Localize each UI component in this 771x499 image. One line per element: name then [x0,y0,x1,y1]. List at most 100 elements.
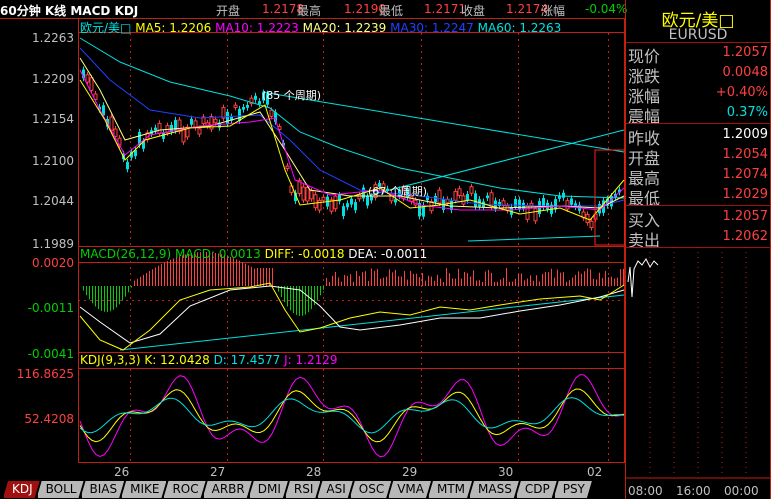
quote-row: 最高 1.2074 [628,164,769,188]
candle [461,195,466,205]
quote-value: 1.2062 [722,229,769,244]
candle [233,104,238,108]
x-tick: 26 [114,465,130,479]
candle [342,206,345,217]
trend-line [467,235,601,242]
tab-bias[interactable]: BIAS [81,481,125,498]
x-tick: 30 [498,465,514,479]
y-tick: 1.2154 [32,112,74,126]
x-tick: 02 [587,465,603,479]
candle [570,198,573,205]
j-value: J: 1.2129 [284,353,338,367]
tick-chart[interactable] [626,247,771,479]
tab-arbr[interactable]: ARBR [203,481,252,498]
candle [466,194,469,201]
candle [181,128,186,143]
tab-kdj[interactable]: KDJ [3,481,40,498]
tab-mtm[interactable]: MTM [428,481,472,498]
tab-asi[interactable]: ASI [317,481,352,498]
candle [309,190,314,200]
k-value: K: 12.0428 [144,353,210,367]
tick-price-line [627,258,659,298]
diff-value: DIFF: -0.0018 [264,247,345,261]
x-tick: 29 [402,465,418,479]
tab-vma[interactable]: VMA [388,481,431,498]
time-tick: 16:00 [676,484,711,498]
quote-code: EURUSD [668,27,728,43]
y-tick: 1.2209 [32,72,74,86]
candle [269,109,274,117]
candle [562,192,565,198]
period-annotation: (85 个周期) [262,89,322,102]
candle [333,195,338,210]
candle [453,191,458,201]
tab-psy[interactable]: PSY [554,481,592,498]
candle [197,128,202,135]
tab-mike[interactable]: MIKE [121,481,166,498]
quote-row: 买入 1.2057 [628,206,769,230]
y-tick: 1.2044 [32,194,74,208]
candle [533,208,538,222]
time-tick: 08:00 [628,484,663,498]
quote-value: 0.37% [726,105,768,120]
candle [486,195,489,199]
quote-row: 昨收 1.2009 [628,124,769,148]
quote-value: 1.2009 [722,127,769,142]
candle [469,186,474,194]
candle [589,220,594,229]
candle [258,101,261,105]
candle [437,189,442,204]
candle [565,200,570,210]
ma30-line [79,47,625,207]
candle [126,161,129,170]
quote-value: 0.0048 [722,65,769,80]
dea-value: DEA: -0.0011 [348,247,428,261]
candle [394,199,397,203]
quote-panel: 欧元/美□ EURUSD 现价 1.2057 涨跌 0.0048 涨幅 +0.40% 震幅 0… [625,0,771,499]
tab-boll[interactable]: BOLL [37,481,84,498]
candle [357,194,362,200]
kdj-y-tick: 52.4208 [24,412,74,426]
quote-row: 卖出 1.2062 [628,226,769,250]
macd-y-tick: 0.0020 [32,256,74,270]
ma5-label: MA5: 1.2206 [135,21,212,35]
quote-value: 1.2057 [722,209,769,224]
ma60-label: MA60: 1.2263 [477,21,562,35]
quote-row: 震幅 0.37% [628,102,768,126]
x-tick: 27 [210,465,226,479]
tab-roc[interactable]: ROC [163,481,205,498]
candle [498,202,501,206]
tab-dmi[interactable]: DMI [249,481,288,498]
tab-cdp[interactable]: CDP [516,481,557,498]
d-value: D: 17.4577 [213,353,281,367]
quote-value: +0.40% [715,85,768,100]
macd-title: MACD(26,12,9) [80,247,172,261]
period-annotation: (67 个周期) [368,185,428,198]
quote-value: 1.2054 [722,147,769,162]
y-tick: 1.2100 [32,154,74,168]
tab-rsi[interactable]: RSI [285,481,321,498]
candle [285,165,290,169]
tab-mass[interactable]: MASS [469,481,519,498]
candle [213,118,218,124]
ma30-label: MA30: 1.2247 [390,21,474,35]
candle [346,203,349,208]
macd-y-tick: -0.0011 [27,301,74,315]
tab-osc[interactable]: OSC [350,481,391,498]
macd-y-tick: -0.0041 [27,347,74,361]
main-legend: 欧元/美□ MA5: 1.2206 MA10: 1.2223 MA20: 1.2… [80,19,561,36]
macd-legend: MACD(26,12,9) MACD: 0.0013 DIFF: -0.0018… [80,247,427,261]
kdj-y-tick: 116.8625 [16,367,74,381]
quote-value: 1.2074 [722,167,769,182]
candle [434,195,437,203]
x-tick: 28 [306,465,322,479]
quote-value: 1.2057 [722,45,769,60]
candle [154,127,157,131]
quote-value: 1.2029 [722,187,769,202]
quote-row: 开盘 1.2054 [628,144,769,168]
kdj-title: KDJ(9,3,3) [80,353,141,367]
candle [321,196,326,201]
ma10-label: MA10: 1.2223 [215,21,299,35]
diff-line [79,282,625,351]
y-tick: 1.1989 [32,237,74,251]
